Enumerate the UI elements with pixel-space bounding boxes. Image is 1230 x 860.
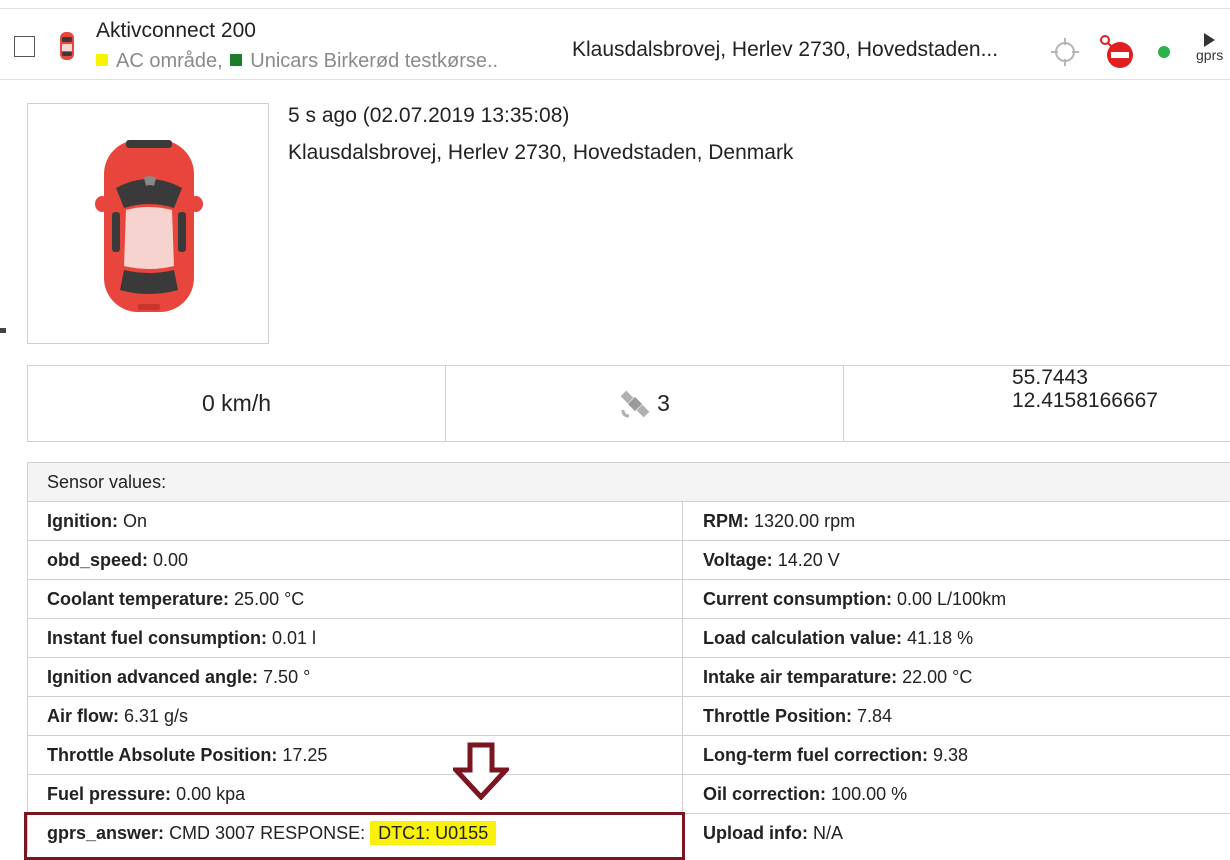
longitude-value: 12.4158166667 bbox=[1012, 389, 1158, 412]
sensor-values-table: Sensor values: Ignition: On RPM: 1320.00… bbox=[27, 462, 1230, 853]
coordinates-cell: 55.7443 12.4158166667 bbox=[844, 366, 1230, 441]
satellites-cell: 3 bbox=[446, 366, 844, 441]
sensor-cell: Voltage: 14.20 V bbox=[703, 550, 840, 570]
sensor-cell: Ignition advanced angle: 7.50 ° bbox=[28, 658, 683, 696]
sensor-cell: Ignition: On bbox=[28, 502, 683, 540]
device-name[interactable]: Aktivconnect 200 bbox=[96, 19, 256, 43]
table-row: obd_speed: 0.00 Voltage: 14.20 V bbox=[28, 541, 1230, 580]
sensor-cell: Coolant temperature: 25.00 °C bbox=[28, 580, 683, 618]
table-row: Throttle Absolute Position: 17.25 Long-t… bbox=[28, 736, 1230, 775]
dtc-code-highlight: DTC1: U0155 bbox=[370, 821, 497, 845]
full-address: Klausdalsbrovej, Herlev 2730, Hovedstade… bbox=[288, 141, 794, 164]
sensor-cell: Throttle Absolute Position: 17.25 bbox=[28, 736, 683, 774]
sensor-cell: Throttle Position: 7.84 bbox=[703, 706, 893, 726]
latitude-value: 55.7443 bbox=[1012, 366, 1088, 389]
vehicle-image bbox=[27, 103, 269, 344]
side-marker bbox=[0, 328, 6, 333]
alarm-off-icon[interactable] bbox=[1098, 34, 1136, 70]
table-row: Instant fuel consumption: 0.01 l Load ca… bbox=[28, 619, 1230, 658]
sensor-values-title: Sensor values: bbox=[28, 463, 1230, 502]
satellite-icon bbox=[620, 390, 650, 417]
sensor-cell: RPM: 1320.00 rpm bbox=[703, 511, 856, 531]
group-1-label: AC område, bbox=[116, 50, 223, 72]
sensor-cell: Oil correction: 100.00 % bbox=[703, 784, 908, 804]
sensor-cell: Upload info: N/A bbox=[703, 823, 844, 843]
table-row: Coolant temperature: 25.00 °C Current co… bbox=[28, 580, 1230, 619]
target-icon[interactable] bbox=[1050, 37, 1080, 67]
last-update-time: 5 s ago (02.07.2019 13:35:08) bbox=[288, 104, 570, 127]
device-address: Klausdalsbrovej, Herlev 2730, Hovedstade… bbox=[572, 38, 999, 61]
sensor-cell: Current consumption: 0.00 L/100km bbox=[703, 589, 1007, 609]
play-icon bbox=[1204, 33, 1215, 47]
table-row: Fuel pressure: 0.00 kpa Oil correction: … bbox=[28, 775, 1230, 814]
sensor-cell: Fuel pressure: 0.00 kpa bbox=[28, 775, 683, 813]
stats-row: 0 km/h 3 55.7443 12.4158166667 bbox=[27, 365, 1230, 442]
satellites-count: 3 bbox=[657, 390, 670, 416]
group-color-yellow bbox=[96, 54, 108, 66]
sensor-cell: obd_speed: 0.00 bbox=[28, 541, 683, 579]
car-icon bbox=[60, 32, 74, 60]
group-2-label: Unicars Birkerød testkørse.. bbox=[250, 50, 499, 72]
group-color-green bbox=[230, 54, 243, 66]
speed-value: 0 km/h bbox=[28, 366, 446, 441]
device-row[interactable]: Aktivconnect 200 AC område, Unicars Birk… bbox=[0, 8, 1230, 80]
online-status-dot bbox=[1158, 46, 1170, 58]
table-row: Ignition advanced angle: 7.50 ° Intake a… bbox=[28, 658, 1230, 697]
car-icon bbox=[95, 140, 203, 312]
arrow-down-icon bbox=[453, 742, 509, 800]
gprs-answer-cell: gprs_answer: CMD 3007 RESPONSE: DTC1: U0… bbox=[28, 814, 683, 853]
sensor-cell: Load calculation value: 41.18 % bbox=[703, 628, 974, 648]
gprs-command-button[interactable]: gprs bbox=[1196, 33, 1230, 73]
sensor-cell: Instant fuel consumption: 0.01 l bbox=[28, 619, 683, 657]
select-checkbox[interactable] bbox=[14, 36, 35, 57]
gprs-label: gprs bbox=[1196, 47, 1224, 63]
table-row: Ignition: On RPM: 1320.00 rpm bbox=[28, 502, 1230, 541]
sensor-cell: Long-term fuel correction: 9.38 bbox=[703, 745, 969, 765]
table-row: Air flow: 6.31 g/s Throttle Position: 7.… bbox=[28, 697, 1230, 736]
sensor-cell: Intake air temparature: 22.00 °C bbox=[703, 667, 973, 687]
device-groups: AC område, Unicars Birkerød testkørse.. bbox=[96, 50, 498, 73]
table-row: gprs_answer: CMD 3007 RESPONSE: DTC1: U0… bbox=[28, 814, 1230, 853]
sensor-cell: Air flow: 6.31 g/s bbox=[28, 697, 683, 735]
